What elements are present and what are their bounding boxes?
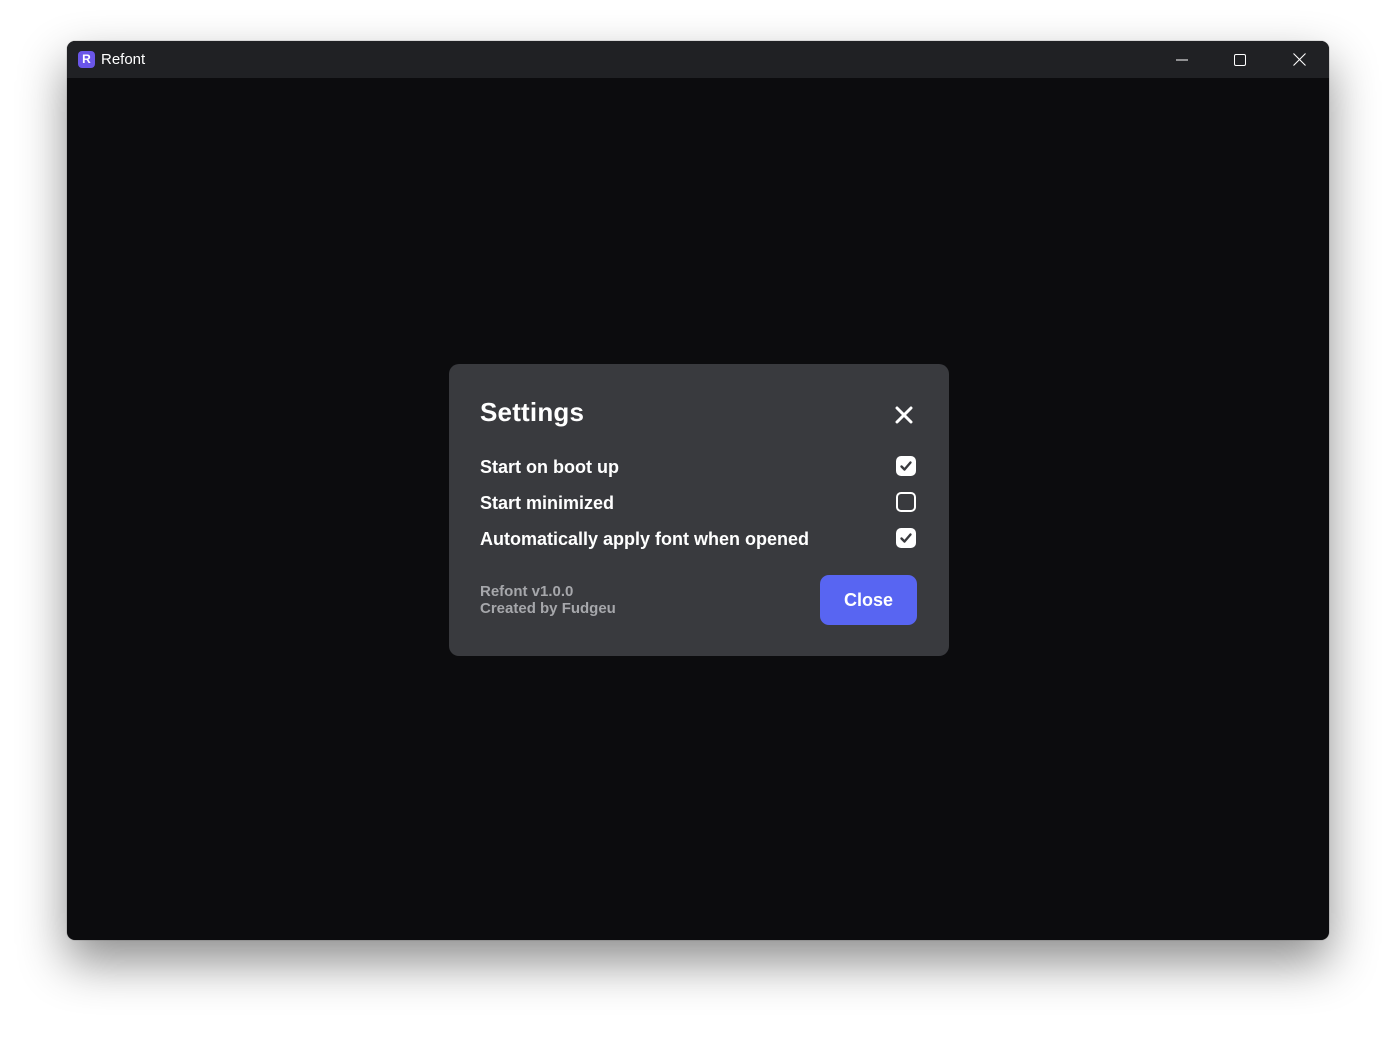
close-icon (1292, 53, 1306, 66)
version-text: Refont v1.0.0 (480, 583, 574, 600)
dialog-close-button[interactable] (892, 403, 916, 427)
dialog-title: Settings (480, 397, 585, 427)
maximize-icon (1234, 53, 1246, 66)
title-bar[interactable]: R Refont (67, 41, 1329, 78)
setting-auto-apply-font: Automatically apply font when opened (480, 526, 918, 552)
setting-start-on-boot: Start on boot up (480, 454, 918, 480)
setting-label: Automatically apply font when opened (480, 529, 810, 549)
setting-label: Start minimized (480, 493, 615, 513)
minimize-button[interactable] (1159, 41, 1205, 78)
app-logo-icon: R (78, 51, 95, 68)
setting-label: Start on boot up (480, 457, 619, 477)
settings-dialog: Settings Start on boot up Start minimize… (449, 364, 949, 656)
close-button[interactable]: Close (820, 575, 917, 625)
checkmark-icon (900, 461, 912, 471)
checkmark-icon (900, 533, 912, 543)
app-info: Refont v1.0.0 Created by Fudgeu (480, 583, 616, 617)
minimize-icon (1176, 59, 1188, 60)
close-icon (895, 406, 913, 424)
auto-apply-font-checkbox[interactable] (896, 528, 916, 548)
window-title: Refont (101, 51, 146, 68)
start-minimized-checkbox[interactable] (896, 492, 916, 512)
credit-text: Created by Fudgeu (480, 600, 616, 617)
start-on-boot-checkbox[interactable] (896, 456, 916, 476)
maximize-button[interactable] (1217, 41, 1263, 78)
window-close-button[interactable] (1276, 41, 1322, 78)
app-window: R Refont Settings Start on boot up Start… (67, 41, 1329, 940)
setting-start-minimized: Start minimized (480, 490, 918, 516)
